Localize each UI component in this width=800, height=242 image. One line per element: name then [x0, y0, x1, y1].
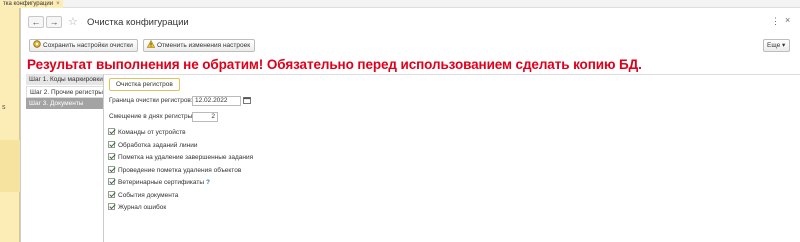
- border-date-label: Граница очистки регистров:: [109, 97, 193, 104]
- checkbox-error-log[interactable]: Журнал ошибок: [108, 203, 166, 213]
- checkbox-label: Команды от устройств: [118, 129, 186, 136]
- back-button[interactable]: ←: [28, 16, 44, 28]
- checkbox-checked-icon[interactable]: [108, 128, 115, 135]
- checkbox-checked-icon[interactable]: [108, 178, 115, 185]
- checkbox-checked-icon[interactable]: [108, 166, 115, 173]
- window-title: Очистка конфигурации: [87, 17, 189, 28]
- cancel-changes-label: Отменить изменения настроек: [157, 42, 251, 49]
- checkbox-document-events[interactable]: События документа: [108, 191, 178, 201]
- more-dots-icon[interactable]: ⋮: [771, 16, 780, 27]
- checkbox-label: Проведение пометка удаления объектов: [118, 167, 242, 174]
- checkbox-label: Пометка на удаление завершенные задания: [118, 154, 254, 161]
- os-tab-close-icon[interactable]: ×: [56, 1, 60, 7]
- checkbox-checked-icon[interactable]: [108, 153, 115, 160]
- checkbox-mark-completed-tasks[interactable]: Пометка на удаление завершенные задания: [108, 153, 253, 163]
- os-tab-label: тка конфигурации: [3, 1, 54, 7]
- checkbox-label: Журнал ошибок: [118, 204, 167, 211]
- help-question-icon[interactable]: ?: [206, 179, 210, 186]
- checkbox-delete-marked-objects[interactable]: Проведение пометка удаления объектов: [108, 166, 241, 176]
- left-sidebar-highlight: [0, 140, 20, 192]
- close-window-icon[interactable]: ×: [785, 15, 790, 25]
- checkbox-device-commands[interactable]: Команды от устройств: [108, 128, 186, 138]
- os-tab-bar: тка конфигурации ×: [0, 0, 800, 8]
- chevron-down-icon: ▾: [782, 42, 786, 49]
- checkbox-checked-icon[interactable]: [108, 141, 115, 148]
- back-arrow-icon: ←: [31, 17, 41, 27]
- offset-days-label: Смещение в днях регистры:: [109, 113, 195, 120]
- step-tab-documents[interactable]: Шаг 3. Документы: [26, 98, 103, 110]
- warning-icon: [147, 40, 155, 48]
- offset-days-value: 2: [211, 113, 215, 120]
- app-root: тка конфигурации × s ← → ☆ Очистка конфиг…: [0, 0, 800, 242]
- calendar-icon[interactable]: [242, 96, 251, 105]
- checkbox-checked-icon[interactable]: [108, 191, 115, 198]
- left-sidebar: s: [0, 8, 20, 242]
- left-sidebar-mark: s: [2, 104, 6, 111]
- favorite-star-icon[interactable]: ☆: [68, 15, 78, 28]
- border-date-input[interactable]: 12.02.2022: [192, 96, 241, 106]
- window-header: ← → ☆ Очистка конфигурации ⋮ ×: [21, 8, 800, 36]
- checkbox-label: Обработка заданий линии: [118, 142, 198, 149]
- warning-message: Результат выполнения не обратим! Обязате…: [27, 57, 642, 72]
- clear-registers-button[interactable]: Очистка регистров: [109, 78, 180, 91]
- step-tab-registers[interactable]: Шаг 2. Прочие регистры: [26, 86, 103, 98]
- checkbox-label: Ветеринарные сертификаты: [118, 179, 205, 186]
- save-settings-button[interactable]: Сохранить настройки очистки: [29, 39, 138, 52]
- cancel-changes-button[interactable]: Отменить изменения настроек: [143, 39, 256, 52]
- checkbox-checked-icon[interactable]: [108, 203, 115, 210]
- checkbox-line-tasks[interactable]: Обработка заданий линии: [108, 141, 198, 151]
- border-date-value: 12.02.2022: [195, 97, 228, 104]
- save-settings-icon: [33, 40, 41, 48]
- step-content: Очистка регистров Граница очистки регист…: [103, 74, 800, 242]
- offset-days-input[interactable]: 2: [192, 112, 218, 122]
- calendar-glyph: [242, 97, 251, 104]
- checkbox-label: События документа: [118, 192, 179, 199]
- forward-arrow-icon: →: [49, 17, 59, 27]
- os-tab[interactable]: тка конфигурации ×: [0, 0, 63, 8]
- more-button[interactable]: Еще ▾: [763, 39, 791, 52]
- save-settings-label: Сохранить настройки очистки: [43, 42, 133, 49]
- form-window: ← → ☆ Очистка конфигурации ⋮ × Сохранить…: [20, 8, 800, 242]
- more-label: Еще: [767, 42, 781, 49]
- checkbox-vet-certificates[interactable]: Ветеринарные сертификаты?: [108, 178, 210, 188]
- step-tab-markirovka[interactable]: Шаг 1. Коды маркировки: [26, 74, 103, 86]
- forward-button[interactable]: →: [46, 16, 62, 28]
- steps-panel: Шаг 1. Коды маркировки Шаг 2. Прочие рег…: [26, 74, 103, 110]
